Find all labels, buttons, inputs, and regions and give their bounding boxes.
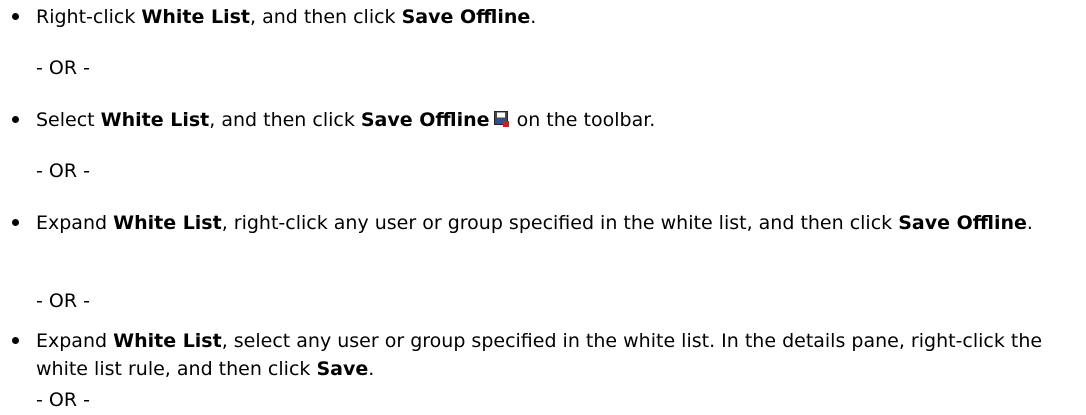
bullet bbox=[8, 106, 22, 134]
step-bold-term: White List bbox=[113, 212, 222, 234]
step-bold-term: Save Offline bbox=[898, 212, 1027, 234]
step-text: , right-click any user or group specifie… bbox=[221, 212, 899, 234]
list-item: Expand White List, select any user or gr… bbox=[36, 327, 1076, 383]
step-bold-term: Save Offline bbox=[360, 109, 490, 131]
step-bold-term: White List bbox=[141, 6, 250, 28]
step-text: , and then click bbox=[209, 109, 361, 131]
list-item: Expand White List, right-click any user … bbox=[36, 209, 1076, 237]
step-text: Expand bbox=[36, 330, 114, 352]
step-bold-term: Save Offline bbox=[401, 6, 531, 28]
step-text: Expand bbox=[36, 212, 114, 234]
step-text: . bbox=[1026, 212, 1033, 234]
bullet bbox=[8, 327, 22, 355]
list-item: Select White List, and then click Save O… bbox=[36, 106, 1076, 134]
step-bold-term: Save bbox=[316, 358, 369, 380]
step-text: , and then click bbox=[249, 6, 402, 28]
step-text: Right-click bbox=[36, 6, 142, 28]
list-item: Right-click White List, and then click S… bbox=[36, 3, 1076, 31]
or-separator: - OR - bbox=[36, 57, 90, 79]
step-text: . bbox=[530, 6, 537, 28]
save-offline-icon bbox=[493, 107, 509, 127]
step-bold-term: White List bbox=[113, 330, 222, 352]
bullet bbox=[8, 209, 22, 237]
step-text: on the toolbar. bbox=[510, 109, 656, 131]
or-separator: - OR - bbox=[36, 389, 90, 411]
or-separator: - OR - bbox=[36, 290, 90, 312]
or-separator: - OR - bbox=[36, 160, 90, 182]
step-text: . bbox=[368, 358, 375, 380]
step-bold-term: White List bbox=[100, 109, 210, 131]
step-text: Select bbox=[36, 109, 101, 131]
bullet bbox=[8, 3, 22, 31]
